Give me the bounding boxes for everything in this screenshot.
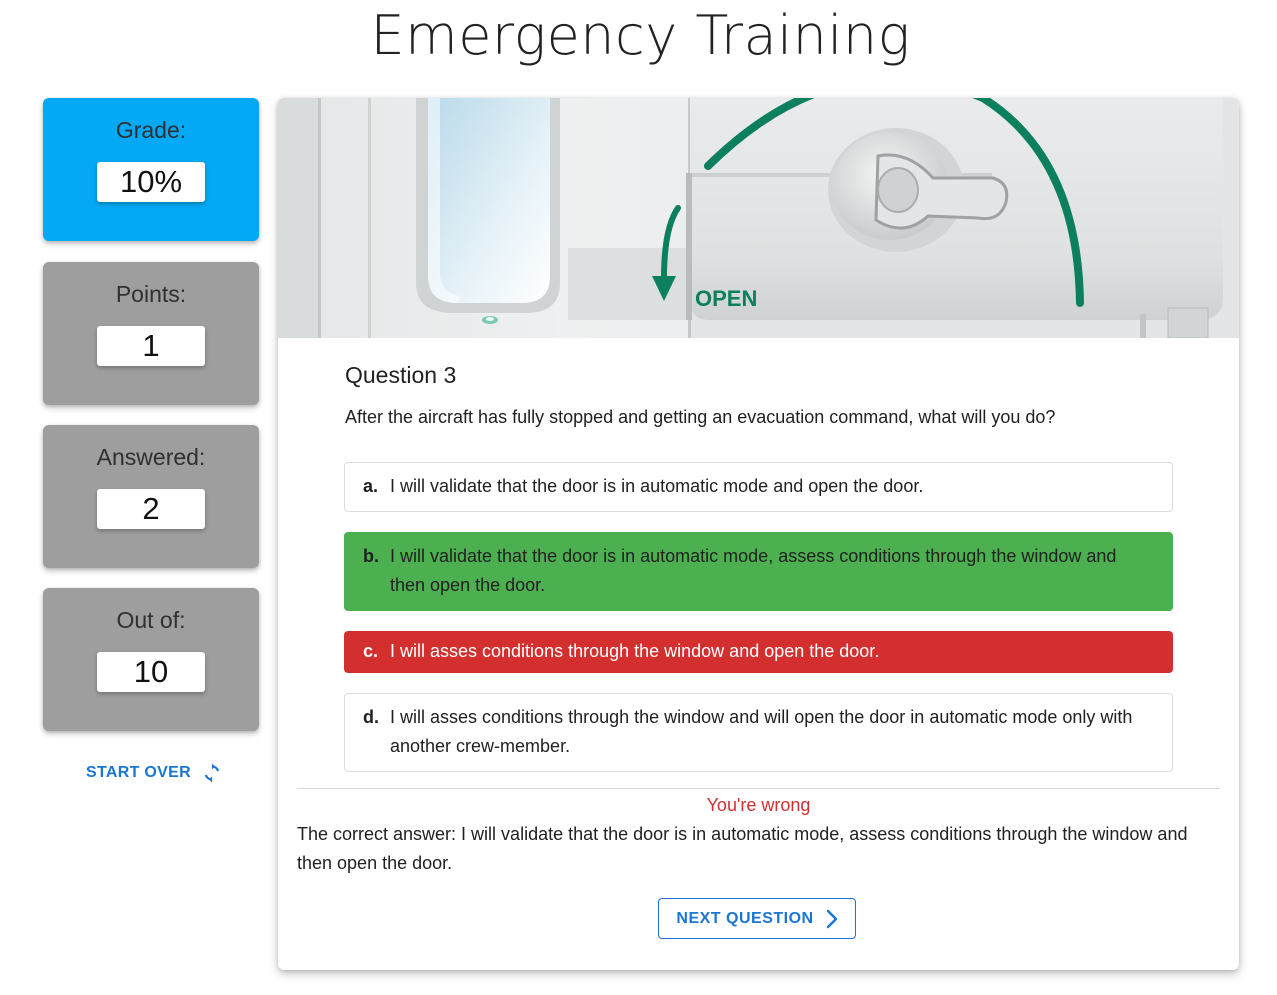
divider [297,788,1220,789]
answer-option-d[interactable]: d. I will asses conditions through the w… [344,693,1173,772]
next-question-label: NEXT QUESTION [676,909,814,927]
grade-label: Grade: [115,117,187,143]
out-of-card: Out of: 10 [43,588,259,731]
next-question-button[interactable]: NEXT QUESTION [658,898,856,939]
grade-card: Grade: 10% [43,98,259,241]
start-over-label: START OVER [86,764,191,781]
answer-option-b[interactable]: b. I will validate that the door is in a… [344,532,1173,611]
grade-value: 10% [97,162,205,202]
out-of-value: 10 [97,652,205,692]
question-text: After the aircraft has fully stopped and… [345,407,1056,427]
correct-answer-text: The correct answer: I will validate that… [297,824,1188,873]
answer-text: I will asses conditions through the wind… [390,641,880,661]
answer-letter: c. [363,641,379,661]
answer-letter: a. [363,476,379,496]
result-feedback: You're wrong [706,795,811,815]
answered-card: Answered: 2 [43,425,259,568]
points-card: Points: 1 [43,262,259,405]
page-title: Emergency Training [370,4,911,67]
answer-option-a[interactable]: a. I will validate that the door is in a… [344,462,1173,512]
answer-letter: b. [363,546,379,566]
out-of-label: Out of: [116,607,186,633]
answer-letter: d. [363,707,379,727]
question-number: Question 3 [345,362,457,388]
points-value: 1 [97,326,205,366]
refresh-icon [204,763,220,783]
answer-text: I will validate that the door is in auto… [390,476,924,496]
start-over-button[interactable]: START OVER [86,761,221,785]
answered-label: Answered: [96,444,206,470]
answered-value: 2 [97,489,205,529]
door-open-label: OPEN [695,286,757,311]
points-label: Points: [115,281,187,307]
answer-text: I will validate that the door is in auto… [390,546,1117,595]
aircraft-door-image: OPEN [278,98,1239,338]
question-card: OPEN Question 3 After the aircraft has f… [278,98,1239,970]
chevron-right-icon [826,909,837,928]
answer-text: I will asses conditions through the wind… [390,707,1133,756]
answer-list: a. I will validate that the door is in a… [344,462,1173,792]
answer-option-c[interactable]: c. I will asses conditions through the w… [344,631,1173,673]
